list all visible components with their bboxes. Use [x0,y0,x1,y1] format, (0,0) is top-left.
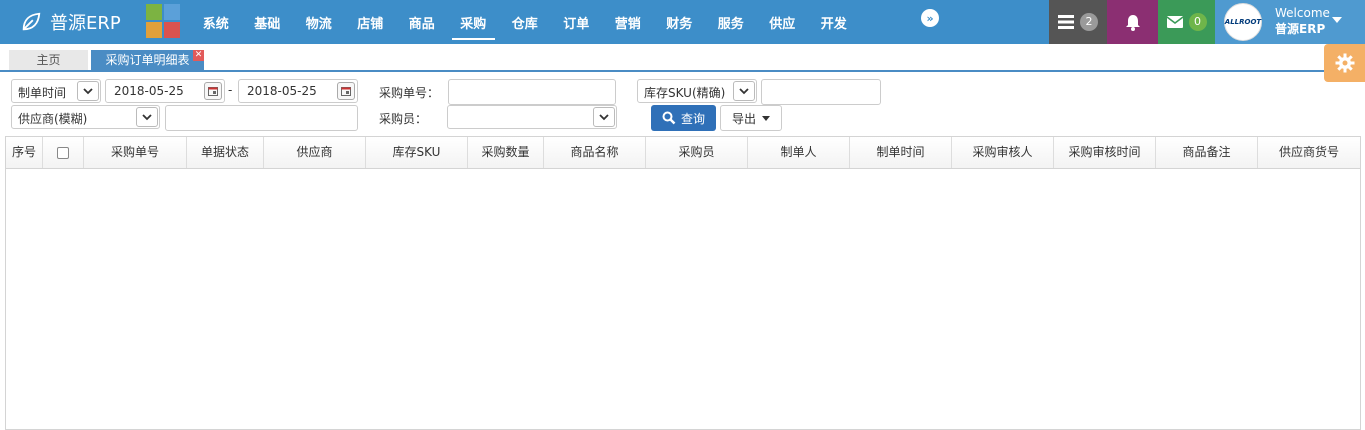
menu-item-goods[interactable]: 商品 [396,0,448,44]
menu-more-icon[interactable]: » [921,9,939,27]
menu-item-marketing[interactable]: 营销 [602,0,654,44]
chevron-down-icon[interactable] [593,107,615,127]
calendar-icon[interactable] [204,82,222,100]
sku-mode-select[interactable]: 库存SKU(精确) [637,79,757,103]
tab-label: 采购订单明细表 [105,53,190,67]
select-all-checkbox[interactable] [57,146,69,159]
tab-home[interactable]: 主页 [9,50,88,70]
user-name: 普源ERP [1275,22,1326,36]
tasks-icon [1058,15,1074,29]
date-type-value: 制单时间 [18,86,67,100]
menu-item-warehouse[interactable]: 仓库 [499,0,551,44]
order-no-input[interactable] [448,79,616,105]
col-header-sku[interactable]: 库存SKU [366,137,468,168]
col-header-buyer[interactable]: 采购员 [646,137,748,168]
menu-item-purchase[interactable]: 采购 [448,0,500,44]
col-header-status[interactable]: 单据状态 [187,137,264,168]
sku-mode-value: 库存SKU(精确) [644,86,726,100]
alerts-button[interactable] [1107,0,1158,44]
welcome-text: Welcome [1275,6,1330,20]
brand[interactable]: 普源ERP [20,7,121,37]
menu-item-store[interactable]: 店铺 [345,0,397,44]
date-type-select[interactable]: 制单时间 [11,79,101,103]
query-label: 查询 [680,111,705,126]
chevron-down-icon[interactable] [77,81,99,101]
menu-item-service[interactable]: 服务 [705,0,757,44]
col-header-supplier[interactable]: 供应商 [264,137,366,168]
menu-item-finance[interactable]: 财务 [654,0,706,44]
menu-item-system[interactable]: 系统 [190,0,242,44]
app-grid-icon[interactable] [146,4,181,39]
date-to-value: 2018-05-25 [247,84,317,98]
col-header-select-all[interactable] [43,137,84,168]
tab-purchase-order-detail[interactable]: 采购订单明细表 ✕ [91,50,204,70]
close-icon[interactable]: ✕ [193,50,204,61]
export-button[interactable]: 导出 [720,105,782,131]
avatar-logo-text: ALLROOT [1224,18,1262,26]
col-header-product-note[interactable]: 商品备注 [1156,137,1258,168]
col-header-supplier-item-no[interactable]: 供应商货号 [1258,137,1360,168]
menu-item-supply[interactable]: 供应 [757,0,809,44]
menu-item-orders[interactable]: 订单 [551,0,603,44]
main-menu: 系统 基础 物流 店铺 商品 采购 仓库 订单 营销 财务 服务 供应 开发 [190,0,860,44]
messages-button[interactable]: 0 [1158,0,1215,44]
chevron-down-icon[interactable] [733,81,755,101]
date-from-field[interactable]: 2018-05-25 [105,79,225,103]
col-header-qty[interactable]: 采购数量 [468,137,544,168]
caret-down-icon [762,115,770,121]
purchase-order-grid: 序号 采购单号 单据状态 供应商 库存SKU 采购数量 商品名称 采购员 制单人… [5,136,1361,430]
menu-item-logistics[interactable]: 物流 [293,0,345,44]
col-header-review-time[interactable]: 采购审核时间 [1054,137,1156,168]
tab-bar: 主页 采购订单明细表 ✕ [0,44,1365,72]
col-header-creator[interactable]: 制单人 [748,137,850,168]
export-label: 导出 [731,111,756,126]
messages-badge: 0 [1188,13,1207,31]
supplier-input[interactable] [165,105,358,131]
tasks-badge: 2 [1080,13,1098,31]
sku-input[interactable] [761,79,881,105]
menu-item-develop[interactable]: 开发 [808,0,860,44]
user-welcome: Welcome 普源ERP [1275,5,1330,37]
order-no-label: 采购单号： [379,86,440,100]
date-separator: - [228,83,233,97]
envelope-icon [1166,16,1183,28]
supplier-mode-value: 供应商(模糊) [18,112,88,126]
caret-down-icon [1332,17,1342,23]
menu-item-basic[interactable]: 基础 [242,0,294,44]
query-button[interactable]: 查询 [651,105,716,131]
tasks-button[interactable]: 2 [1049,0,1107,44]
col-header-created-time[interactable]: 制单时间 [850,137,952,168]
buyer-select[interactable] [447,105,617,129]
col-header-index[interactable]: 序号 [6,137,43,168]
bell-icon [1125,14,1140,31]
leaf-icon [22,12,41,31]
date-to-field[interactable]: 2018-05-25 [238,79,358,103]
gear-icon [1335,53,1354,73]
user-menu[interactable]: ALLROOT Welcome 普源ERP [1215,0,1365,44]
col-header-reviewer[interactable]: 采购审核人 [952,137,1054,168]
grid-header: 序号 采购单号 单据状态 供应商 库存SKU 采购数量 商品名称 采购员 制单人… [6,137,1360,169]
date-from-value: 2018-05-25 [114,84,184,98]
buyer-label: 采购员： [379,112,428,126]
top-navbar: 普源ERP 系统 基础 物流 店铺 商品 采购 仓库 订单 营销 财务 服务 供… [0,0,1365,44]
search-icon [662,111,676,125]
supplier-mode-select[interactable]: 供应商(模糊) [11,105,160,129]
avatar: ALLROOT [1224,3,1262,41]
col-header-product-name[interactable]: 商品名称 [544,137,646,168]
brand-title: 普源ERP [50,13,121,34]
calendar-icon[interactable] [337,82,355,100]
col-header-order-no[interactable]: 采购单号 [84,137,187,168]
settings-button[interactable] [1324,44,1365,82]
chevron-down-icon[interactable] [136,107,158,127]
